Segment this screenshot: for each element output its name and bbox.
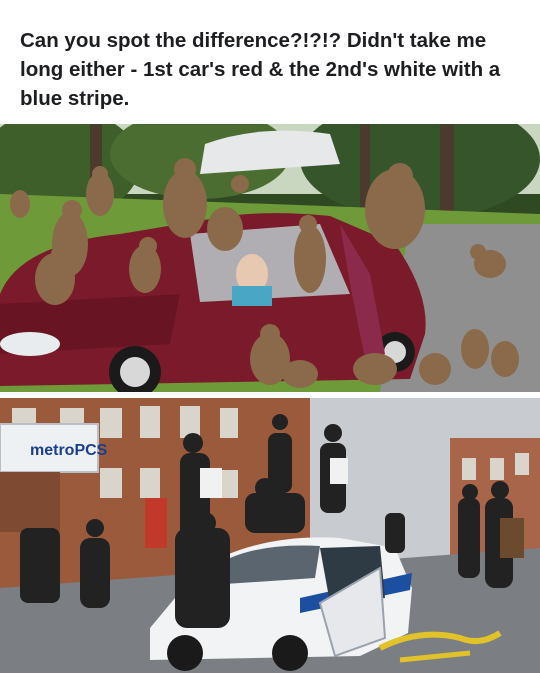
photo-police-car: metroPCS [0, 398, 540, 673]
post-caption: Can you spot the difference?!?!? Didn't … [0, 0, 540, 124]
baboons-car-illustration [0, 124, 540, 392]
caption-text: Can you spot the difference?!?!? Didn't … [20, 29, 501, 110]
photo-baboons-car [0, 124, 540, 392]
police-car-illustration: metroPCS [0, 398, 540, 673]
store-sign: metroPCS [30, 442, 108, 459]
